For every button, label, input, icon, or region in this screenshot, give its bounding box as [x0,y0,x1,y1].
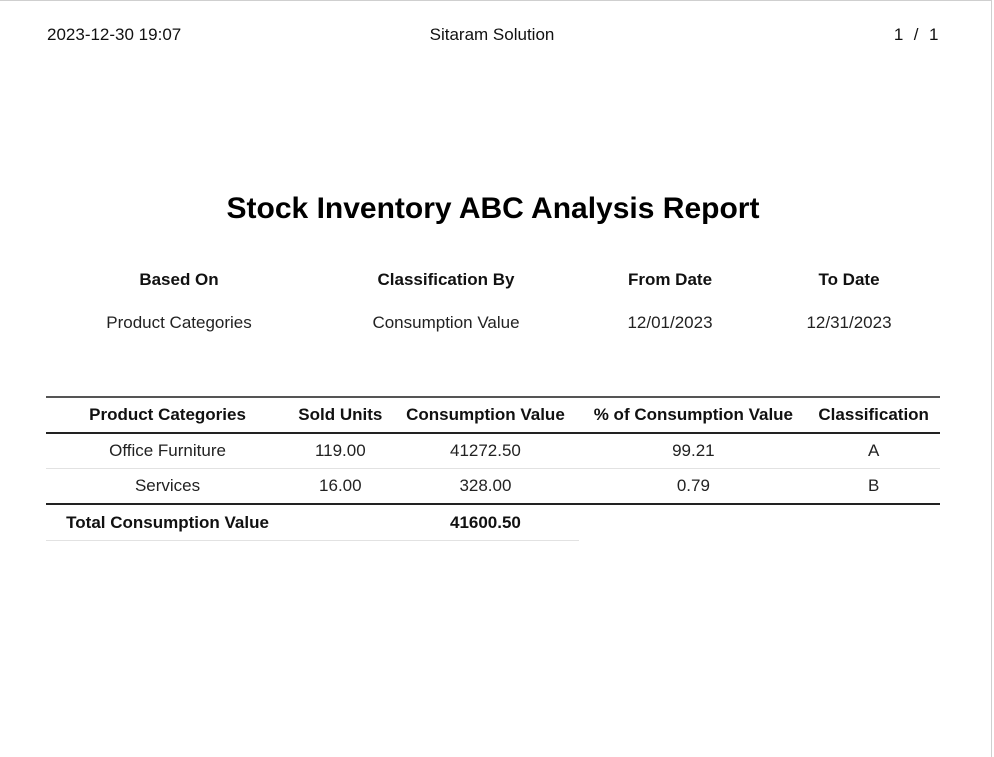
column-header-classification: Classification [807,396,940,434]
column-header-product-categories: Product Categories [46,396,290,434]
cell-classification: B [807,468,940,505]
page-total: 1 [929,25,939,44]
total-sold-units-empty [289,504,392,541]
filter-based-on-label: Based On [139,270,219,289]
column-header-sold-units: Sold Units [289,396,392,434]
cell-category: Services [46,468,290,505]
column-header-pct-consumption-value: % of Consumption Value [579,396,808,434]
table-row: Services 16.00 328.00 0.79 B [46,468,940,505]
page-number: 1 / 1 [894,25,939,45]
page-current: 1 [893,25,904,44]
cell-sold-units: 16.00 [289,468,392,505]
cell-pct-consumption-value: 0.79 [579,468,808,505]
filter-based-on: Based On Product Categories [79,268,279,335]
total-label: Total Consumption Value [46,504,290,541]
total-pct-empty [579,504,807,541]
table-row: Office Furniture 119.00 41272.50 99.21 A [46,433,940,469]
filter-classification-by-label: Classification By [377,270,515,289]
total-row: Total Consumption Value 41600.50 [46,504,940,541]
total-classification-empty [807,504,940,541]
report-page [0,0,992,757]
filter-classification-by-value: Consumption Value [372,313,520,332]
table-header-row: Product Categories Sold Units Consumptio… [46,396,940,434]
cell-pct-consumption-value: 99.21 [579,433,808,469]
cell-consumption-value: 328.00 [391,468,580,505]
filter-to-date-label: To Date [818,270,880,289]
report-title: Stock Inventory ABC Analysis Report [226,192,760,225]
company-name: Sitaram Solution [429,25,555,44]
cell-sold-units: 119.00 [289,433,392,469]
filter-from-date: From Date 12/01/2023 [570,268,770,335]
cell-category: Office Furniture [46,433,290,469]
filter-to-date: To Date 12/31/2023 [749,268,949,335]
abc-analysis-table: Product Categories Sold Units Consumptio… [46,396,940,541]
cell-consumption-value: 41272.50 [391,433,580,469]
filter-classification-by: Classification By Consumption Value [346,268,546,335]
filter-from-date-label: From Date [627,270,713,289]
cell-classification: A [807,433,940,469]
page-separator: / [913,25,920,44]
filter-from-date-value: 12/01/2023 [627,313,713,332]
total-consumption-value: 41600.50 [391,504,580,541]
filter-to-date-value: 12/31/2023 [806,313,892,332]
column-header-consumption-value: Consumption Value [391,396,580,434]
filter-based-on-value: Product Categories [106,313,252,332]
